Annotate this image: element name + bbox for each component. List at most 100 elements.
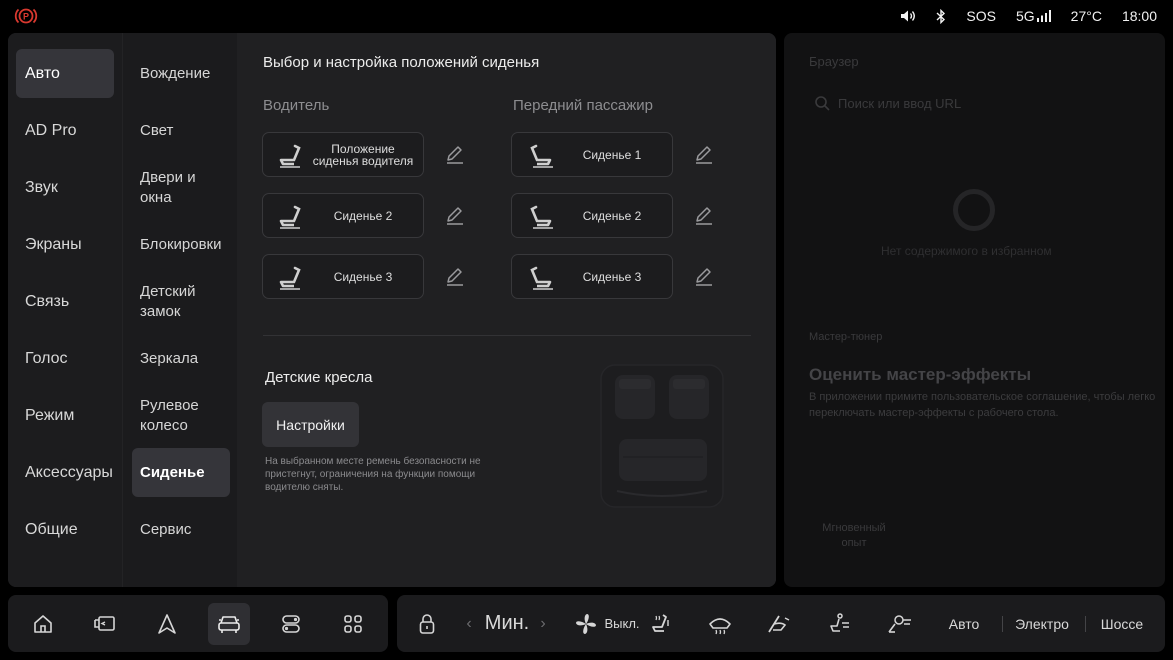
nav-doors-windows[interactable]: Двери и окна xyxy=(132,163,224,212)
nav-driving[interactable]: Вождение xyxy=(132,49,230,98)
search-icon xyxy=(815,96,830,111)
bluetooth-icon[interactable] xyxy=(936,8,946,24)
nav-mode[interactable]: Режим xyxy=(16,391,114,440)
dock-navigation[interactable] xyxy=(146,603,188,645)
seat-settings-content: Выбор и настройка положений сиденья Води… xyxy=(237,33,776,587)
child-seats-settings-button[interactable]: Настройки xyxy=(262,402,359,447)
airflow-body-control[interactable] xyxy=(821,595,855,652)
passenger-seat-icon xyxy=(530,144,553,168)
driver-seat-icon xyxy=(279,205,301,229)
driver-seat-2-button[interactable]: Сиденье 2 xyxy=(262,193,424,238)
driver-label: Водитель xyxy=(263,97,330,114)
driver-seat-1-label: Положение сиденья водителя xyxy=(312,141,414,168)
nav-connection[interactable]: Связь xyxy=(16,277,114,326)
seat-heat-control[interactable] xyxy=(645,595,675,652)
chevron-left-icon: ‹ xyxy=(466,614,472,632)
passenger-seat-1-button[interactable]: Сиденье 1 xyxy=(511,132,673,177)
windshield-airflow-icon xyxy=(768,615,790,632)
secondary-nav: Вождение Свет Двери и окна Блокировки Де… xyxy=(122,33,237,587)
browser-search[interactable]: Поиск или ввод URL xyxy=(814,95,961,111)
seat-heat-icon xyxy=(652,613,669,632)
fan-status: Выкл. xyxy=(604,616,640,631)
nav-accessories[interactable]: Аксессуары xyxy=(16,448,114,497)
temperature-display: Мин. xyxy=(479,595,535,652)
dock-controls[interactable] xyxy=(270,603,312,645)
nav-seat[interactable]: Сиденье xyxy=(132,448,230,497)
edit-passenger-seat-3-icon[interactable] xyxy=(693,266,715,288)
instant-experience-button[interactable]: Мгновенный опыт xyxy=(809,521,899,551)
lock-control[interactable] xyxy=(409,595,445,652)
mode-highway-label: Шоссе xyxy=(1100,615,1144,632)
lock-icon xyxy=(419,613,435,634)
edit-passenger-seat-2-icon[interactable] xyxy=(693,205,715,227)
dock-screen-mirror[interactable] xyxy=(84,603,126,645)
apps-grid-icon xyxy=(344,615,362,633)
edit-driver-seat-2-icon[interactable] xyxy=(444,205,466,227)
passenger-seat-2-button[interactable]: Сиденье 2 xyxy=(511,193,673,238)
feet-airflow-icon xyxy=(888,614,911,633)
driver-seat-3-button[interactable]: Сиденье 3 xyxy=(262,254,424,299)
car-icon xyxy=(218,616,240,633)
mode-separator xyxy=(1002,616,1003,632)
body-airflow-icon xyxy=(830,612,849,632)
nav-lights[interactable]: Свет xyxy=(132,106,230,155)
mode-electric[interactable]: Электро xyxy=(1009,595,1075,652)
search-placeholder: Поиск или ввод URL xyxy=(838,95,962,111)
edit-passenger-seat-1-icon[interactable] xyxy=(693,144,715,166)
temperature-value: Мин. xyxy=(484,612,530,634)
home-icon xyxy=(34,615,52,633)
settings-panel: Авто AD Pro Звук Экраны Связь Голос Режи… xyxy=(8,33,776,587)
mode-auto[interactable]: Авто xyxy=(937,595,991,652)
child-seats-title: Детские кресла xyxy=(265,369,373,386)
driver-seat-1-button[interactable]: Положение сиденья водителя xyxy=(262,132,424,177)
network-label: 5G xyxy=(1015,8,1035,24)
mode-auto-label: Авто xyxy=(948,615,980,632)
airflow-windshield-control[interactable] xyxy=(761,595,795,652)
parking-brake-icon: P xyxy=(14,8,38,24)
passenger-seat-1-label: Сиденье 1 xyxy=(582,147,642,162)
airflow-feet-control[interactable] xyxy=(881,595,917,652)
nav-voice[interactable]: Голос xyxy=(16,334,114,383)
section-divider xyxy=(263,335,751,336)
volume-icon[interactable] xyxy=(900,9,916,23)
mode-highway[interactable]: Шоссе xyxy=(1091,595,1153,652)
nav-ad-pro[interactable]: AD Pro xyxy=(16,106,114,155)
driver-seat-icon xyxy=(279,144,301,168)
edit-driver-seat-3-icon[interactable] xyxy=(444,266,466,288)
nav-steering-wheel[interactable]: Рулевое колесо xyxy=(132,391,224,440)
defrost-front-control[interactable] xyxy=(703,595,737,652)
passenger-seat-3-button[interactable]: Сиденье 3 xyxy=(511,254,673,299)
network-status: 5G xyxy=(1016,8,1051,24)
front-defrost-icon xyxy=(709,617,731,634)
chevron-right-icon: › xyxy=(540,614,546,632)
passenger-seat-2-label: Сиденье 2 xyxy=(582,208,642,223)
empty-favorites-icon xyxy=(953,189,995,231)
driver-seat-icon xyxy=(279,266,301,290)
climate-dock: ‹ Мин. › Выкл. Авто Электро Шоссе xyxy=(397,595,1165,652)
nav-mirrors[interactable]: Зеркала xyxy=(132,334,230,383)
navigation-icon xyxy=(158,614,176,634)
driver-seat-3-label: Сиденье 3 xyxy=(333,269,393,284)
temp-decrease[interactable]: ‹ xyxy=(459,595,479,652)
fan-control[interactable]: Выкл. xyxy=(571,595,643,652)
nav-auto[interactable]: Авто xyxy=(16,49,114,98)
mode-electric-label: Электро xyxy=(1015,615,1069,632)
sos-button[interactable]: SOS xyxy=(966,8,996,24)
nav-locks[interactable]: Блокировки xyxy=(132,220,242,269)
nav-screens[interactable]: Экраны xyxy=(16,220,114,269)
dock-car[interactable] xyxy=(208,603,250,645)
nav-service[interactable]: Сервис xyxy=(132,505,230,554)
fan-icon xyxy=(576,613,597,634)
mode-separator xyxy=(1085,616,1086,632)
temp-increase[interactable]: › xyxy=(535,595,551,652)
nav-sound[interactable]: Звук xyxy=(16,163,114,212)
nav-general[interactable]: Общие xyxy=(16,505,114,554)
edit-driver-seat-1-icon[interactable] xyxy=(444,144,466,166)
signal-icon xyxy=(1036,10,1051,22)
passenger-seat-icon xyxy=(530,205,553,229)
clock: 18:00 xyxy=(1121,8,1157,24)
nav-child-lock[interactable]: Детский замок xyxy=(132,277,224,326)
child-seats-note: На выбранном месте ремень безопасности н… xyxy=(265,456,481,493)
dock-home[interactable] xyxy=(22,603,64,645)
dock-apps[interactable] xyxy=(332,603,374,645)
